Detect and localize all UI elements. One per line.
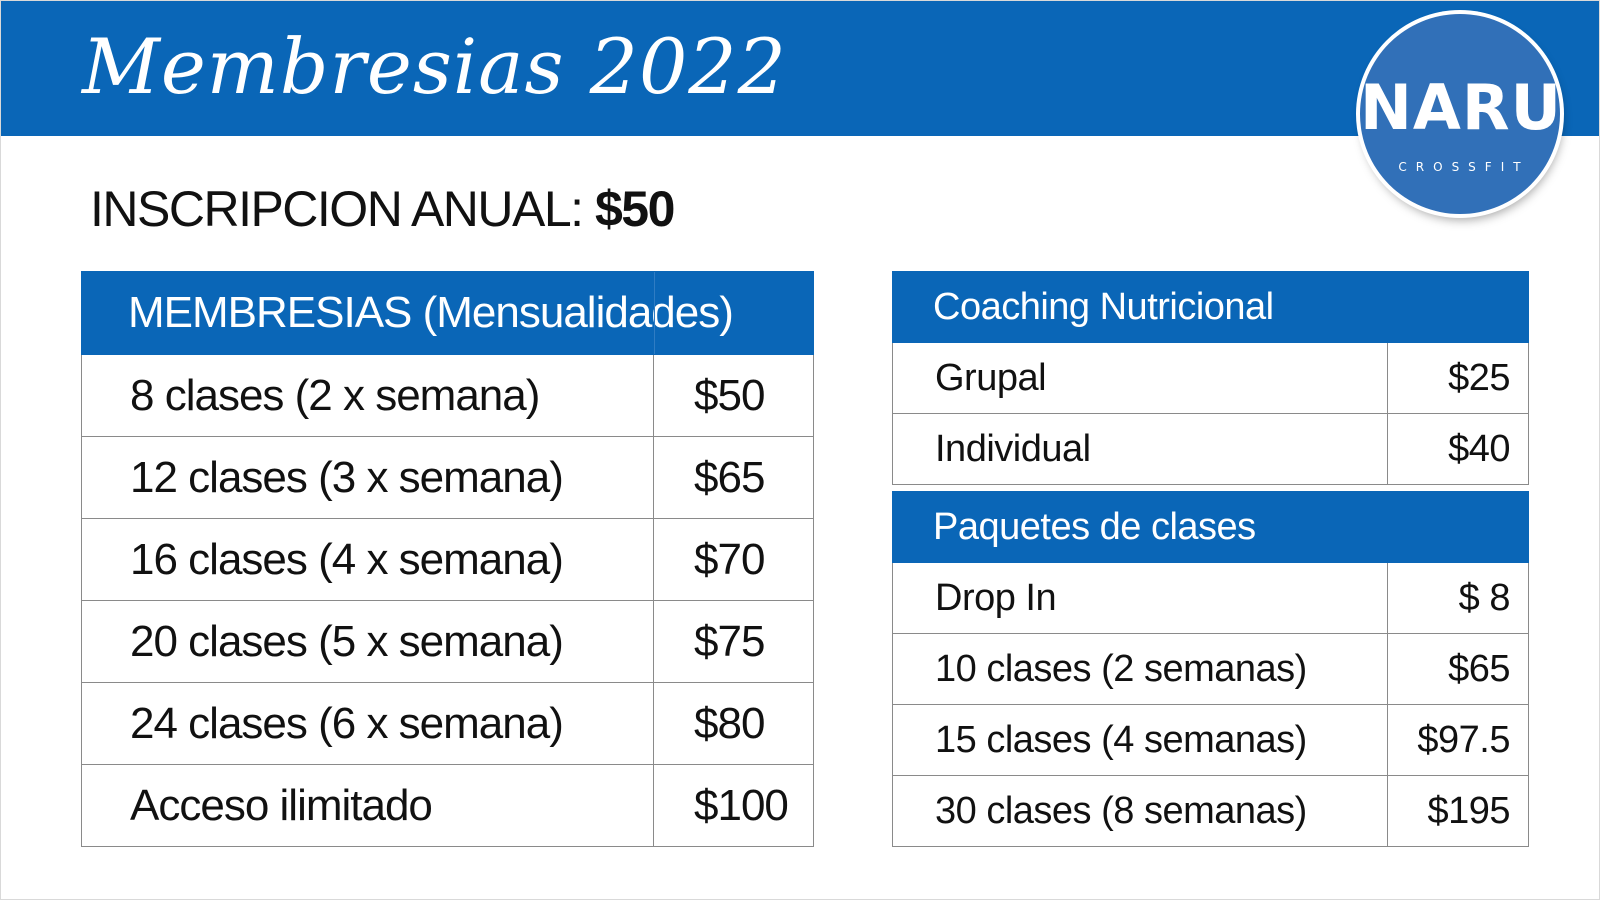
row-price: $75 — [652, 600, 815, 683]
table-row: 24 clases (6 x semana) $80 — [81, 682, 815, 765]
row-label: Individual — [892, 413, 1388, 485]
header-divider — [654, 272, 655, 354]
row-label: 20 clases (5 x semana) — [81, 600, 654, 683]
table-row: 16 clases (4 x semana) $70 — [81, 518, 815, 601]
annual-registration-amount: $50 — [594, 181, 675, 237]
row-label: 30 clases (8 semanas) — [892, 775, 1388, 847]
row-label: 12 clases (3 x semana) — [81, 436, 654, 519]
row-label: 24 clases (6 x semana) — [81, 682, 654, 765]
coaching-header-row: Coaching Nutricional — [892, 271, 1529, 343]
table-row: 12 clases (3 x semana) $65 — [81, 436, 815, 519]
row-price: $100 — [652, 764, 815, 847]
row-price: $195 — [1387, 775, 1529, 847]
nutrition-coaching-table: Coaching Nutricional Grupal $25 Individu… — [892, 271, 1529, 485]
table-row: 15 clases (4 semanas) $97.5 — [892, 704, 1529, 776]
memberships-table: MEMBRESIAS (Mensualidades) 8 clases (2 x… — [80, 271, 815, 847]
row-label: Acceso ilimitado — [81, 764, 654, 847]
table-row: 10 clases (2 semanas) $65 — [892, 633, 1529, 705]
logo-subtitle: CROSSFIT — [1398, 160, 1530, 174]
packages-header: Paquetes de clases — [892, 491, 1388, 563]
row-label: 8 clases (2 x semana) — [81, 354, 654, 437]
row-price: $70 — [652, 518, 815, 601]
row-label: 16 clases (4 x semana) — [81, 518, 654, 601]
coaching-header: Coaching Nutricional — [892, 271, 1388, 343]
table-row: Drop In $ 8 — [892, 562, 1529, 634]
row-label: Grupal — [892, 342, 1388, 414]
row-label: 10 clases (2 semanas) — [892, 633, 1388, 705]
coaching-header-blank — [1387, 271, 1529, 343]
page-title: Membresias 2022 — [82, 22, 788, 111]
row-price: $50 — [652, 354, 815, 437]
row-price: $40 — [1387, 413, 1529, 485]
row-label: 15 clases (4 semanas) — [892, 704, 1388, 776]
row-price: $ 8 — [1387, 562, 1529, 634]
row-price: $97.5 — [1387, 704, 1529, 776]
naru-crossfit-logo: NARU CROSSFIT — [1360, 14, 1562, 214]
row-label: Drop In — [892, 562, 1388, 634]
row-price: $25 — [1387, 342, 1529, 414]
table-row: 30 clases (8 semanas) $195 — [892, 775, 1529, 847]
logo-name: NARU — [1360, 71, 1562, 144]
table-row: 8 clases (2 x semana) $50 — [81, 354, 815, 437]
class-packages-table: Paquetes de clases Drop In $ 8 10 clases… — [892, 491, 1529, 847]
memberships-header-label: MEMBRESIAS (Mensualidades) — [128, 288, 734, 337]
packages-header-blank — [1387, 491, 1529, 563]
table-row: Individual $40 — [892, 413, 1529, 485]
row-price: $65 — [652, 436, 815, 519]
annual-registration-label: INSCRIPCION ANUAL: — [90, 181, 595, 237]
slide: Membresias 2022 NARU CROSSFIT INSCRIPCIO… — [0, 0, 1600, 900]
table-row: 20 clases (5 x semana) $75 — [81, 600, 815, 683]
table-row: Acceso ilimitado $100 — [81, 764, 815, 847]
table-row: Grupal $25 — [892, 342, 1529, 414]
memberships-header-row: MEMBRESIAS (Mensualidades) — [80, 271, 815, 355]
row-price: $80 — [652, 682, 815, 765]
packages-header-row: Paquetes de clases — [892, 491, 1529, 563]
annual-registration: INSCRIPCION ANUAL: $50 — [90, 180, 675, 238]
row-price: $65 — [1387, 633, 1529, 705]
memberships-header: MEMBRESIAS (Mensualidades) — [80, 271, 815, 355]
